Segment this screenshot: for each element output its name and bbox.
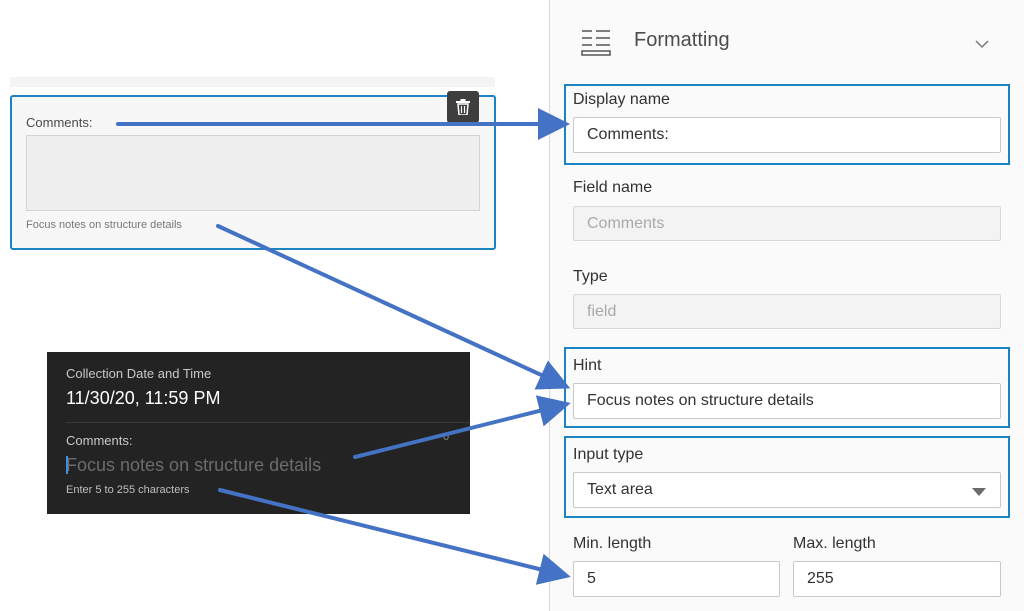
hint-label: Hint xyxy=(573,357,602,374)
type-input[interactable]: field xyxy=(573,294,1001,329)
comments-label: Comments: xyxy=(66,433,133,448)
section-title[interactable]: Formatting xyxy=(634,29,730,52)
min-length-label: Min. length xyxy=(573,535,652,552)
card-field-label: Comments: xyxy=(26,115,93,130)
input-type-label: Input type xyxy=(573,446,644,463)
form-element-card[interactable]: Comments: Focus notes on structure detai… xyxy=(10,91,496,250)
max-length-label: Max. length xyxy=(793,535,876,552)
mobile-preview: Collection Date and Time 11/30/20, 11:59… xyxy=(47,352,470,514)
length-hint: Enter 5 to 255 characters xyxy=(66,484,190,496)
formatting-icon xyxy=(580,28,612,63)
delete-button[interactable] xyxy=(447,91,479,123)
card-textarea-preview xyxy=(26,135,480,211)
dropdown-arrow-icon xyxy=(972,488,986,496)
text-cursor xyxy=(66,456,68,474)
type-label: Type xyxy=(573,268,608,285)
display-name-input[interactable]: Comments: xyxy=(573,117,1001,153)
divider xyxy=(66,422,470,423)
field-name-label: Field name xyxy=(573,179,653,196)
canvas-top-strip xyxy=(10,77,495,87)
max-length-input[interactable]: 255 xyxy=(793,561,1001,597)
date-value[interactable]: 11/30/20, 11:59 PM xyxy=(66,388,220,409)
character-count: 0 xyxy=(443,431,450,443)
field-name-input[interactable]: Comments xyxy=(573,206,1001,241)
date-label: Collection Date and Time xyxy=(66,366,212,381)
panel-divider xyxy=(549,0,550,611)
hint-input[interactable]: Focus notes on structure details xyxy=(573,383,1001,419)
card-hint-text: Focus notes on structure details xyxy=(26,219,182,231)
input-type-value: Text area xyxy=(587,481,653,498)
display-name-label: Display name xyxy=(573,91,670,108)
trash-icon xyxy=(456,99,470,115)
comments-textarea[interactable]: Focus notes on structure details xyxy=(66,455,321,476)
chevron-down-icon[interactable] xyxy=(974,36,990,54)
min-length-input[interactable]: 5 xyxy=(573,561,780,597)
input-type-select[interactable]: Text area xyxy=(573,472,1001,508)
